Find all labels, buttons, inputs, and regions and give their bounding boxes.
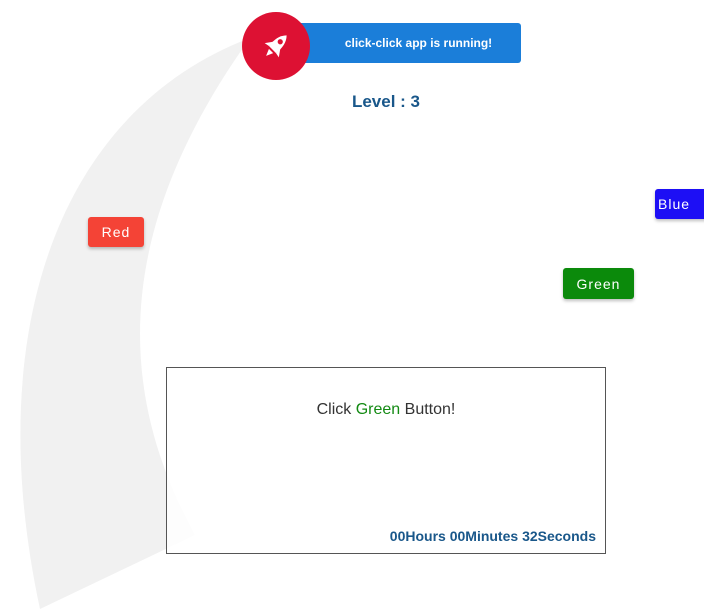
blue-button[interactable]: Blue (655, 189, 704, 219)
status-banner: click-click app is running! (296, 23, 521, 63)
instruction-suffix: Button! (400, 401, 456, 418)
timer-seconds: 32 (522, 528, 538, 544)
status-banner-text: click-click app is running! (344, 36, 493, 50)
instruction-panel: Click Green Button! 00Hours 00Minutes 32… (166, 367, 606, 554)
instruction-color-word: Green (355, 401, 401, 418)
elapsed-timer: 00Hours 00Minutes 32Seconds (390, 528, 596, 544)
app-stage: click-click app is running! Level : 3 Re… (0, 0, 704, 609)
red-button[interactable]: Red (88, 217, 144, 247)
green-button-label: Green (576, 275, 621, 292)
level-indicator: Level : 3 (351, 92, 421, 111)
timer-hours: 00 (389, 528, 406, 544)
timer-hours-unit: Hours (405, 528, 446, 544)
blue-button-label: Blue (658, 196, 691, 212)
timer-minutes-unit: Minutes (465, 528, 519, 544)
instruction-prefix: Click (316, 401, 356, 418)
rocket-badge (242, 12, 310, 80)
red-button-label: Red (101, 224, 131, 240)
instruction-text: Click Green Button! (167, 401, 605, 419)
green-button[interactable]: Green (563, 268, 634, 299)
timer-seconds-unit: Seconds (537, 528, 596, 544)
timer-minutes: 00 (449, 528, 466, 544)
rocket-icon (264, 35, 287, 58)
